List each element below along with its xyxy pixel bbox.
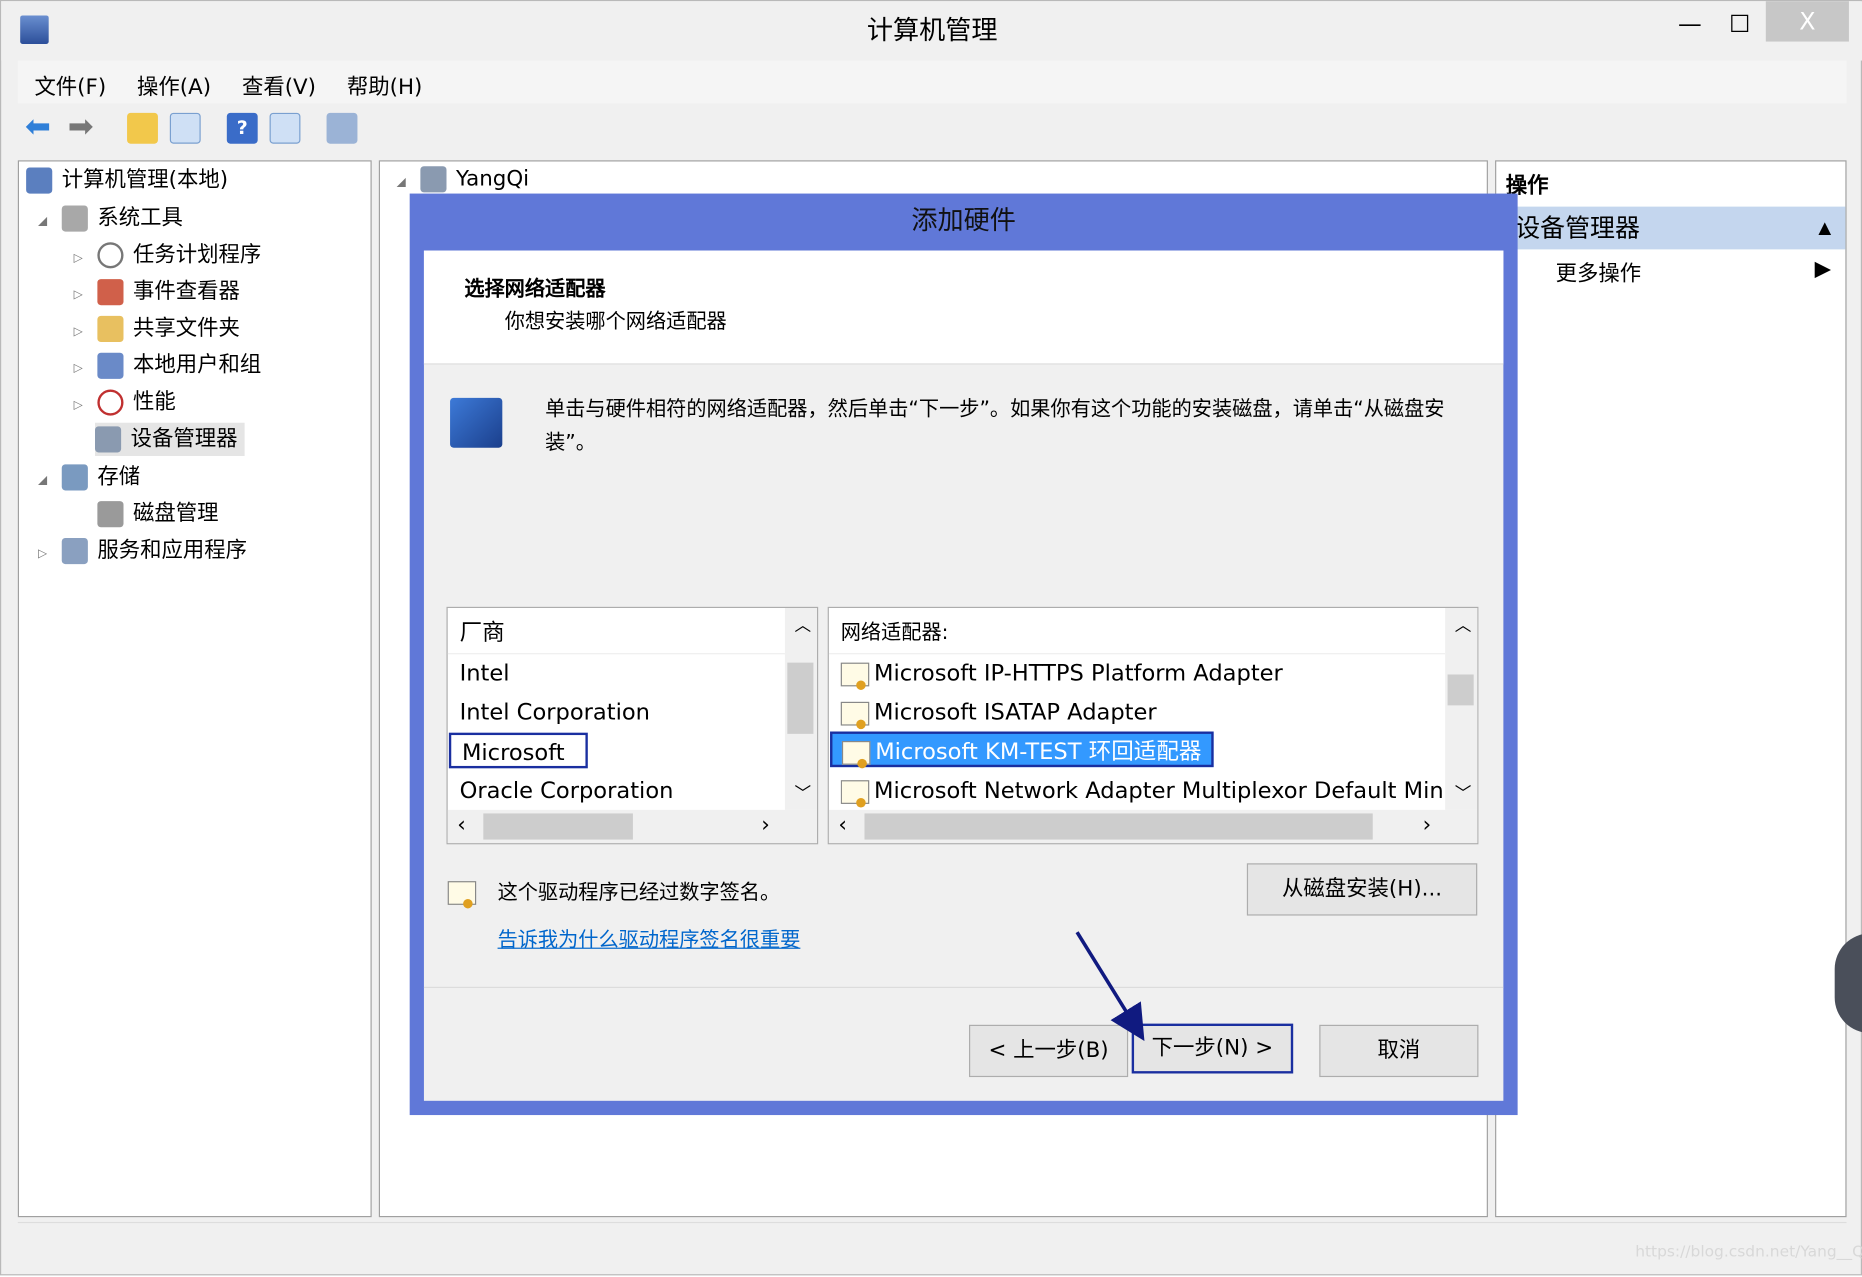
annotation-arrow [1075, 931, 1145, 1042]
computer-management-window: 计算机管理 — ☐ X 文件(F) 操作(A) 查看(V) 帮助(H) ⬅ ➡ ? 计… [0, 0, 1862, 1276]
